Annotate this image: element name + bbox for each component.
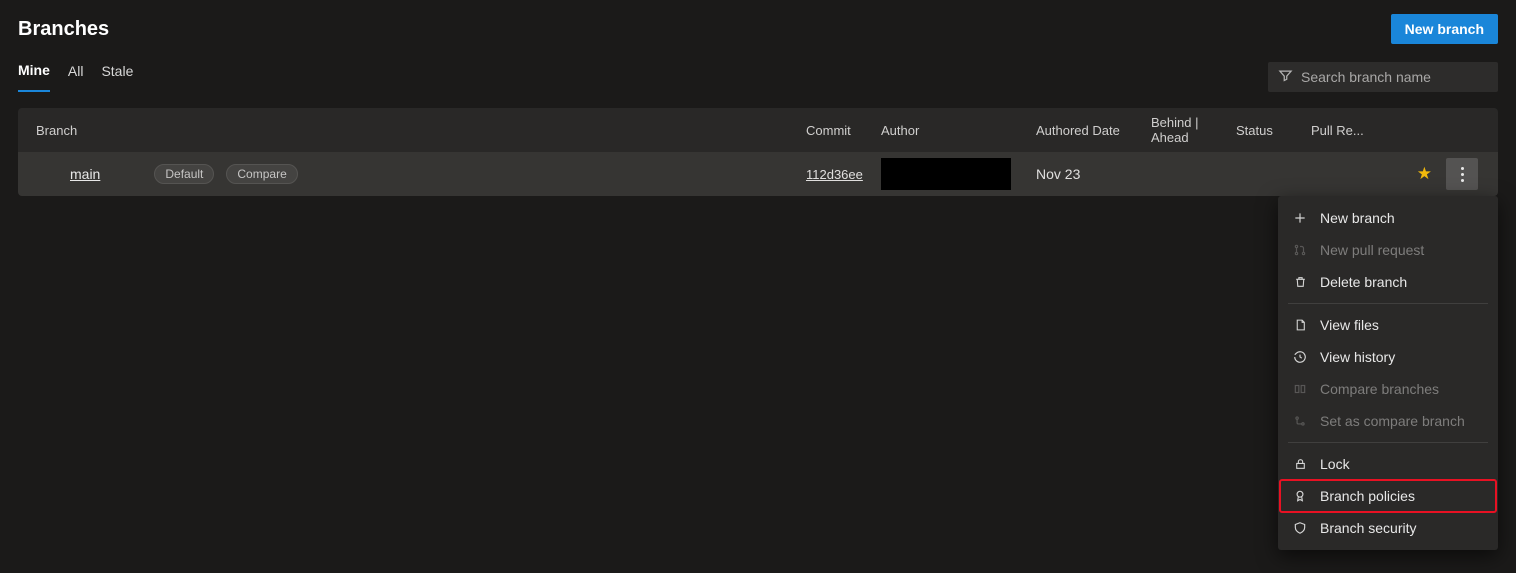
tab-mine[interactable]: Mine [18,62,50,92]
menu-set-compare-branch: Set as compare branch [1278,405,1498,437]
col-commit: Commit [806,123,881,138]
tab-stale[interactable]: Stale [101,63,133,91]
menu-branch-security[interactable]: Branch security [1278,512,1498,544]
compare-set-icon [1292,414,1308,428]
menu-new-branch[interactable]: New branch [1278,202,1498,234]
menu-label: New branch [1320,210,1395,226]
lock-icon [1292,457,1308,471]
col-author: Author [881,123,1036,138]
plus-icon [1292,211,1308,225]
menu-label: View history [1320,349,1395,365]
col-authored-date: Authored Date [1036,123,1151,138]
default-pill: Default [154,164,214,184]
menu-label: Branch policies [1320,488,1415,504]
commit-link[interactable]: 112d36ee [806,167,863,182]
menu-label: Delete branch [1320,274,1407,290]
menu-separator [1288,303,1488,304]
menu-lock[interactable]: Lock [1278,448,1498,480]
history-icon [1292,350,1308,364]
filter-icon [1278,68,1293,86]
menu-separator [1288,442,1488,443]
tab-bar: Mine All Stale [18,62,133,92]
pull-request-icon [1292,243,1308,257]
tab-all[interactable]: All [68,63,84,91]
table-header: Branch Commit Author Authored Date Behin… [18,108,1498,152]
search-input[interactable] [1301,69,1488,85]
menu-view-history[interactable]: View history [1278,341,1498,373]
policies-icon [1292,489,1308,503]
menu-label: Branch security [1320,520,1416,536]
branch-icon [36,167,58,181]
favorite-star-icon[interactable]: ★ [1417,164,1432,184]
branch-name-link[interactable]: main [70,166,100,182]
trash-icon [1292,275,1308,289]
authored-date: Nov 23 [1036,166,1151,182]
compare-pill: Compare [226,164,297,184]
menu-compare-branches: Compare branches [1278,373,1498,405]
menu-branch-policies[interactable]: Branch policies [1280,480,1496,512]
menu-view-files[interactable]: View files [1278,309,1498,341]
menu-new-pull-request: New pull request [1278,234,1498,266]
col-branch: Branch [36,123,806,138]
new-branch-button[interactable]: New branch [1391,14,1498,44]
col-status: Status [1236,123,1311,138]
kebab-icon [1461,167,1464,182]
shield-icon [1292,521,1308,535]
compare-icon [1292,382,1308,396]
page-title: Branches [18,18,109,41]
search-box[interactable] [1268,62,1498,92]
file-icon [1292,318,1308,332]
author-redacted [881,158,1011,190]
branch-context-menu: New branch New pull request Delete branc… [1278,196,1498,550]
menu-label: New pull request [1320,242,1424,258]
menu-label: Lock [1320,456,1350,472]
menu-label: View files [1320,317,1379,333]
more-actions-button[interactable] [1446,158,1478,190]
col-pull-request: Pull Re... [1311,123,1371,138]
menu-delete-branch[interactable]: Delete branch [1278,266,1498,298]
col-behind-ahead: Behind | Ahead [1151,115,1236,145]
menu-label: Compare branches [1320,381,1439,397]
menu-label: Set as compare branch [1320,413,1465,429]
table-row: main Default Compare 112d36ee Nov 23 ★ [18,152,1498,196]
